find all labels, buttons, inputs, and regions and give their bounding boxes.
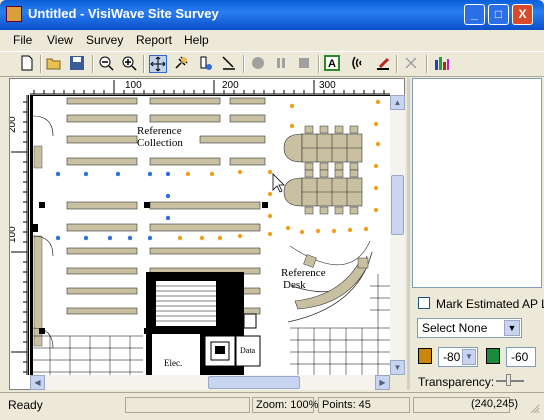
room-label: Reference	[137, 125, 182, 137]
pan-icon[interactable]	[149, 55, 167, 73]
floorplan-drawing	[30, 96, 390, 375]
horizontal-scrollbar[interactable]: ◀ ▶	[30, 375, 390, 390]
survey-point-icon[interactable]	[196, 55, 214, 73]
status-points: Points: 45	[318, 397, 410, 413]
toolbar-separator	[396, 55, 398, 73]
ruler-label: 200	[10, 116, 18, 133]
status-ready: Ready	[8, 398, 43, 412]
threshold-high-field[interactable]: -60	[506, 347, 536, 367]
scroll-right-button[interactable]: ▶	[375, 375, 390, 390]
close-button[interactable]: X	[512, 4, 533, 25]
threshold-low-value: -80	[443, 350, 461, 364]
toolbar-separator	[243, 55, 245, 73]
color-swatch-low[interactable]	[418, 348, 432, 364]
horizontal-ruler: 100 200 300	[30, 79, 390, 96]
room-label: Elec.	[164, 358, 183, 368]
survey-tool-icon[interactable]	[220, 55, 238, 73]
title-bar: Untitled - VisiWave Site Survey _ □ X	[0, 0, 544, 30]
vertical-ruler: 200 100	[10, 95, 29, 375]
menu-file[interactable]: File	[13, 33, 32, 47]
pause-icon	[272, 55, 290, 73]
ruler-corner	[10, 79, 30, 95]
status-bar: Ready Zoom: 100% Points: 45 (240,245)	[0, 392, 544, 420]
floorplan-canvas[interactable]: Reference Collection Reference Desk Elec…	[30, 96, 390, 375]
status-coordinates: (240,245)	[471, 398, 519, 410]
open-folder-icon[interactable]	[45, 55, 63, 73]
bar-chart-icon[interactable]	[433, 55, 451, 73]
scroll-down-button[interactable]: ▼	[390, 360, 405, 375]
stop-icon	[295, 55, 313, 73]
menu-view[interactable]: View	[47, 33, 73, 47]
threshold-high-value: -60	[511, 350, 529, 364]
zoom-in-icon[interactable]	[120, 55, 138, 73]
resize-grip[interactable]	[530, 403, 540, 414]
scroll-left-button[interactable]: ◀	[30, 375, 45, 390]
menu-bar: File View Survey Report Help	[0, 30, 544, 50]
disabled-tool-icon	[402, 55, 420, 73]
status-zoom: Zoom: 100%	[252, 397, 318, 413]
app-icon	[6, 6, 22, 22]
toolbar-separator	[426, 55, 428, 73]
room-label: Reference	[281, 267, 326, 279]
ruler-label: 100	[125, 80, 142, 91]
transparency-label: Transparency:	[418, 375, 495, 389]
access-point-list[interactable]	[412, 78, 542, 288]
text-label-icon[interactable]: A	[323, 55, 341, 73]
zoom-out-icon[interactable]	[97, 55, 115, 73]
mark-estimated-checkbox[interactable]	[418, 297, 430, 309]
pin-icon[interactable]	[172, 55, 190, 73]
ruler-label: 200	[222, 80, 239, 91]
transparency-slider-thumb[interactable]	[506, 374, 511, 386]
save-icon[interactable]	[68, 55, 86, 73]
svg-text:A: A	[328, 58, 336, 70]
room-label: Desk	[283, 279, 306, 291]
record-icon	[249, 55, 267, 73]
vertical-scrollbar[interactable]: ▲ ▼	[390, 95, 405, 375]
new-file-icon[interactable]	[18, 55, 36, 73]
menu-help[interactable]: Help	[184, 33, 209, 47]
toolbar-separator	[143, 55, 145, 73]
scroll-corner	[390, 375, 405, 390]
vertical-scroll-thumb[interactable]	[391, 175, 404, 235]
selection-dropdown[interactable]: Select None ▼	[417, 318, 522, 338]
menu-report[interactable]: Report	[136, 33, 172, 47]
ruler-label: 300	[319, 80, 336, 91]
dropdown-value: Select None	[422, 321, 488, 335]
toolbar-separator	[318, 55, 320, 73]
color-swatch-high[interactable]	[486, 348, 500, 364]
mark-estimated-label: Mark Estimated AP L	[436, 297, 544, 311]
wifi-signal-icon[interactable]	[350, 55, 368, 73]
minimize-button[interactable]: _	[464, 4, 485, 25]
chevron-down-icon[interactable]: ▼	[462, 349, 476, 365]
threshold-low-field[interactable]: -80 ▼	[438, 347, 478, 367]
status-pane-empty	[125, 397, 250, 413]
toolbar-separator	[92, 55, 94, 73]
window-title: Untitled - VisiWave Site Survey	[28, 6, 219, 21]
maximize-button[interactable]: □	[488, 4, 509, 25]
toolbar: A	[0, 51, 544, 77]
scroll-up-button[interactable]: ▲	[390, 95, 405, 110]
horizontal-scroll-thumb[interactable]	[208, 376, 300, 389]
menu-survey[interactable]: Survey	[86, 33, 123, 47]
pen-icon[interactable]	[374, 55, 392, 73]
room-label: Data	[240, 346, 256, 355]
chevron-down-icon[interactable]: ▼	[504, 320, 520, 336]
room-label: Collection	[137, 137, 183, 149]
splitter[interactable]	[407, 78, 410, 390]
toolbar-separator	[40, 55, 42, 73]
ruler-label: 100	[10, 226, 18, 243]
